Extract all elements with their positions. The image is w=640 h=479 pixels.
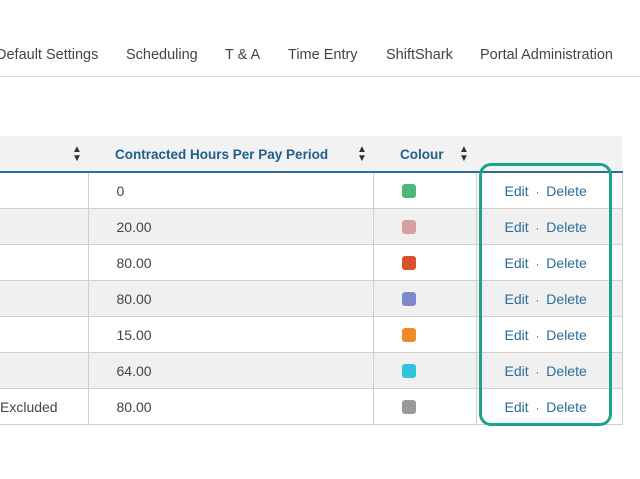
contracted-hours-value: 0 xyxy=(116,183,125,199)
delete-link[interactable]: Delete xyxy=(546,183,586,199)
separator: · xyxy=(535,294,540,307)
cell-colour xyxy=(373,208,477,245)
delete-link[interactable]: Delete xyxy=(546,219,586,235)
colour-swatch xyxy=(401,184,416,198)
nav-time-entry[interactable]: Time Entry xyxy=(288,47,358,63)
cell-actions: Edit · Delete xyxy=(476,172,623,209)
cell-name xyxy=(0,172,89,209)
colour-swatch xyxy=(401,327,416,342)
separator: · xyxy=(535,258,540,271)
cell-actions: Edit · Delete xyxy=(476,388,623,425)
cell-actions: Edit · Delete xyxy=(476,316,623,353)
row-actions: Edit · Delete xyxy=(505,327,587,343)
colour-swatch xyxy=(401,255,416,270)
cell-contracted-hours: 15.00 xyxy=(88,316,374,353)
row-actions: Edit · Delete xyxy=(505,363,587,379)
colour-swatch xyxy=(401,219,416,234)
column-header-name[interactable]: ▲ ▼ xyxy=(0,136,88,173)
table-row: 64.00 Edit · Delete xyxy=(0,352,623,389)
table-row: Excluded 80.00 Edit · Delete xyxy=(0,388,623,425)
employee-types-table: ▲ ▼ Contracted Hours Per Pay Period ▲ ▼ Co… xyxy=(0,136,623,425)
column-header-contracted-hours[interactable]: Contracted Hours Per Pay Period ▲ ▼ xyxy=(88,136,373,173)
cell-name xyxy=(0,352,89,389)
top-navigation: Default Settings Scheduling T & A Time E… xyxy=(0,0,640,77)
column-header-label: Colour xyxy=(400,147,444,162)
cell-colour xyxy=(373,172,477,209)
table-row: 20.00 Edit · Delete xyxy=(0,208,623,245)
nav-shiftshark[interactable]: ShiftShark xyxy=(386,47,453,63)
sort-updown-icon[interactable]: ▲ ▼ xyxy=(357,145,367,164)
row-actions: Edit · Delete xyxy=(505,291,587,307)
delete-link[interactable]: Delete xyxy=(546,291,586,307)
colour-swatch xyxy=(401,399,416,414)
employee-types-table-wrapper: ▲ ▼ Contracted Hours Per Pay Period ▲ ▼ Co… xyxy=(0,136,623,425)
table-body: 0 Edit · Delete 20.00 Edit · Delete 80.00 Edit · De… xyxy=(0,172,623,425)
row-actions: Edit · Delete xyxy=(505,399,587,415)
row-actions: Edit · Delete xyxy=(505,255,587,271)
nav-t-and-a[interactable]: T & A xyxy=(225,47,260,63)
separator: · xyxy=(535,402,540,415)
edit-link[interactable]: Edit xyxy=(505,219,529,235)
sort-updown-icon[interactable]: ▲ ▼ xyxy=(459,145,469,164)
cell-name xyxy=(0,280,89,317)
cell-contracted-hours: 20.00 xyxy=(88,208,374,245)
column-header-colour[interactable]: Colour ▲ ▼ xyxy=(373,136,476,173)
page: Default Settings Scheduling T & A Time E… xyxy=(0,0,640,479)
contracted-hours-value: 20.00 xyxy=(116,218,152,235)
cell-name xyxy=(0,244,89,281)
cell-contracted-hours: 80.00 xyxy=(88,244,374,281)
column-header-actions xyxy=(476,136,622,173)
contracted-hours-value: 64.00 xyxy=(116,362,152,379)
cell-actions: Edit · Delete xyxy=(476,352,623,389)
column-header-label: Contracted Hours Per Pay Period xyxy=(115,147,329,162)
contracted-hours-value: 80.00 xyxy=(116,398,152,415)
contracted-hours-value: 80.00 xyxy=(116,290,152,307)
nav-default-settings[interactable]: Default Settings xyxy=(0,47,98,63)
colour-swatch xyxy=(401,363,416,378)
separator: · xyxy=(535,366,540,379)
edit-link[interactable]: Edit xyxy=(505,291,529,307)
nav-portal-administration[interactable]: Portal Administration xyxy=(480,47,613,63)
table-row: 15.00 Edit · Delete xyxy=(0,316,623,353)
edit-link[interactable]: Edit xyxy=(505,363,529,379)
cell-colour xyxy=(373,280,477,317)
sort-updown-icon[interactable]: ▲ ▼ xyxy=(72,145,82,164)
colour-swatch xyxy=(401,291,416,306)
cell-contracted-hours: 0 xyxy=(88,172,374,209)
table-row: 80.00 Edit · Delete xyxy=(0,244,623,281)
delete-link[interactable]: Delete xyxy=(546,255,586,271)
edit-link[interactable]: Edit xyxy=(505,183,529,199)
employee-type-name: Excluded xyxy=(0,398,58,415)
separator: · xyxy=(535,330,540,343)
cell-colour xyxy=(373,316,477,353)
cell-colour xyxy=(373,244,477,281)
edit-link[interactable]: Edit xyxy=(505,327,529,343)
cell-contracted-hours: 80.00 xyxy=(88,280,374,317)
row-actions: Edit · Delete xyxy=(505,219,587,235)
cell-name xyxy=(0,316,89,353)
table-row: 80.00 Edit · Delete xyxy=(0,280,623,317)
contracted-hours-value: 80.00 xyxy=(116,254,152,271)
cell-actions: Edit · Delete xyxy=(476,280,623,317)
cell-contracted-hours: 80.00 xyxy=(88,388,374,425)
table-header-row: ▲ ▼ Contracted Hours Per Pay Period ▲ ▼ Co… xyxy=(0,136,622,173)
delete-link[interactable]: Delete xyxy=(546,363,586,379)
table-row: 0 Edit · Delete xyxy=(0,172,623,209)
nav-scheduling[interactable]: Scheduling xyxy=(126,47,198,63)
cell-actions: Edit · Delete xyxy=(476,244,623,281)
cell-name: Excluded xyxy=(0,388,89,425)
separator: · xyxy=(535,187,540,199)
cell-colour xyxy=(373,388,477,425)
cell-contracted-hours: 64.00 xyxy=(88,352,374,389)
cell-name xyxy=(0,208,89,245)
delete-link[interactable]: Delete xyxy=(546,399,586,415)
separator: · xyxy=(535,222,540,235)
edit-link[interactable]: Edit xyxy=(505,255,529,271)
delete-link[interactable]: Delete xyxy=(546,327,586,343)
cell-colour xyxy=(373,352,477,389)
edit-link[interactable]: Edit xyxy=(505,399,529,415)
row-actions: Edit · Delete xyxy=(505,183,587,199)
cell-actions: Edit · Delete xyxy=(476,208,623,245)
contracted-hours-value: 15.00 xyxy=(116,326,152,343)
